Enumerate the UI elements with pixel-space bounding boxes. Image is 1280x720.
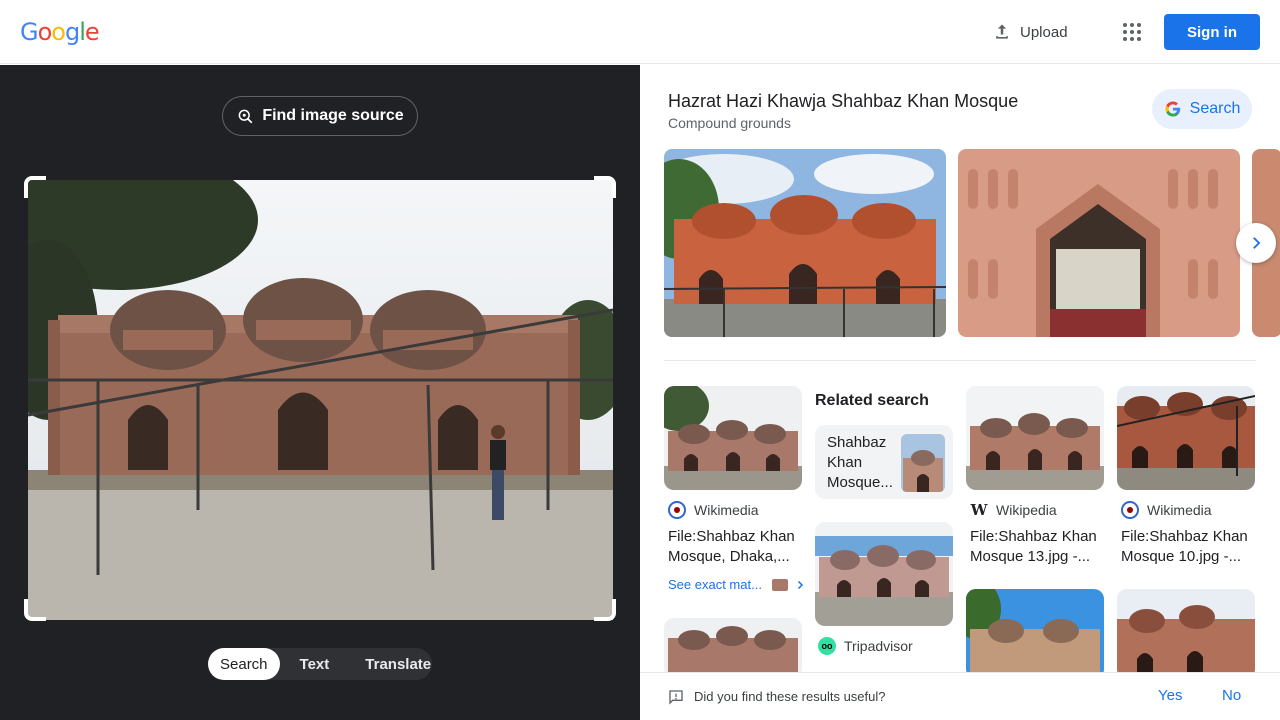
result-caption-2[interactable]: File:Shahbaz Khan Mosque 13.jpg -... xyxy=(970,527,1100,567)
result-source-4[interactable]: oo Tripadvisor xyxy=(818,637,913,655)
related-search-thumbnail xyxy=(901,434,945,492)
logo-letter: o xyxy=(37,18,53,46)
result-source-name: Wikimedia xyxy=(1147,502,1212,518)
mode-translate-tab[interactable]: Translate xyxy=(353,648,443,680)
image-search-icon xyxy=(238,109,253,124)
crop-handle-bottom-left[interactable] xyxy=(24,599,46,621)
feedback-question: Did you find these results useful? xyxy=(694,689,886,704)
wikimedia-icon xyxy=(1121,501,1139,519)
result-thumbnail-1[interactable] xyxy=(664,386,802,490)
google-logo[interactable]: Google xyxy=(20,18,100,46)
tripadvisor-icon: oo xyxy=(818,637,836,655)
mode-switcher: Search Text Translate xyxy=(208,648,432,680)
query-image[interactable] xyxy=(28,180,613,620)
related-search-heading: Related search xyxy=(815,392,929,409)
google-g-icon xyxy=(1165,101,1180,117)
upload-icon xyxy=(996,24,1008,39)
see-exact-matches-label: See exact mat... xyxy=(668,577,762,592)
chevron-right-icon xyxy=(1253,237,1261,249)
logo-letter: e xyxy=(84,18,100,46)
result-thumbnail-4[interactable] xyxy=(815,522,953,626)
result-source-2[interactable]: W Wikipedia xyxy=(970,501,1057,519)
feedback-yes-button[interactable]: Yes xyxy=(1158,687,1182,704)
next-images-button[interactable] xyxy=(1236,223,1276,263)
result-thumbnail-5[interactable] xyxy=(664,618,802,678)
result-source-name: Wikimedia xyxy=(694,502,759,518)
sign-in-button[interactable]: Sign in xyxy=(1164,14,1260,50)
feedback-no-button[interactable]: No xyxy=(1222,687,1241,704)
google-search-label: Search xyxy=(1189,100,1241,117)
result-thumbnail-6[interactable] xyxy=(966,589,1104,679)
upload-button[interactable]: Upload xyxy=(992,20,1068,44)
chevron-right-icon xyxy=(797,580,803,589)
see-exact-matches-link[interactable]: See exact mat... xyxy=(668,577,806,592)
find-image-source-button[interactable]: Find image source xyxy=(222,96,418,136)
result-caption-1[interactable]: File:Shahbaz Khan Mosque, Dhaka,... xyxy=(668,527,798,567)
top-bar: Google Upload Sign in xyxy=(0,0,1280,64)
results-pane: Hazrat Hazi Khawja Shahbaz Khan Mosque C… xyxy=(640,65,1280,720)
find-image-source-label: Find image source xyxy=(262,107,404,124)
result-source-1[interactable]: Wikimedia xyxy=(668,501,759,519)
wikimedia-icon xyxy=(668,501,686,519)
crop-handle-bottom-right[interactable] xyxy=(594,599,616,621)
result-source-3[interactable]: Wikimedia xyxy=(1121,501,1212,519)
result-source-name: Tripadvisor xyxy=(844,638,913,654)
google-search-button[interactable]: Search xyxy=(1152,89,1252,129)
related-search-query: Shahbaz Khan Mosque... xyxy=(827,434,893,491)
exact-match-thumb-icon xyxy=(771,578,788,591)
crop-handle-top-right[interactable] xyxy=(594,176,616,198)
logo-letter: o xyxy=(51,18,66,46)
crop-handle-top-left[interactable] xyxy=(24,176,46,198)
feedback-icon xyxy=(669,690,683,705)
result-thumbnail-3[interactable] xyxy=(1117,386,1255,490)
feedback-bar: Did you find these results useful? Yes N… xyxy=(640,672,1280,720)
related-search-chip[interactable]: Shahbaz Khan Mosque... xyxy=(815,425,953,499)
query-image-pane: Find image source Search Text Translate xyxy=(0,65,640,720)
mode-search-tab[interactable]: Search xyxy=(208,648,280,680)
result-thumbnail-7[interactable] xyxy=(1117,589,1255,679)
entity-title[interactable]: Hazrat Hazi Khawja Shahbaz Khan Mosque xyxy=(668,91,1018,112)
wikipedia-icon: W xyxy=(970,501,988,519)
upload-label: Upload xyxy=(1020,23,1068,41)
entity-image-2[interactable] xyxy=(958,149,1240,337)
result-source-name: Wikipedia xyxy=(996,502,1057,518)
google-apps-icon[interactable] xyxy=(1120,20,1144,44)
logo-letter: G xyxy=(20,18,39,46)
section-divider xyxy=(664,360,1256,361)
result-caption-3[interactable]: File:Shahbaz Khan Mosque 10.jpg -... xyxy=(1121,527,1251,567)
result-thumbnail-2[interactable] xyxy=(966,386,1104,490)
logo-letter: g xyxy=(64,18,80,46)
entity-subtitle: Compound grounds xyxy=(668,115,791,131)
mode-text-tab[interactable]: Text xyxy=(288,648,342,680)
entity-image-1[interactable] xyxy=(664,149,946,337)
